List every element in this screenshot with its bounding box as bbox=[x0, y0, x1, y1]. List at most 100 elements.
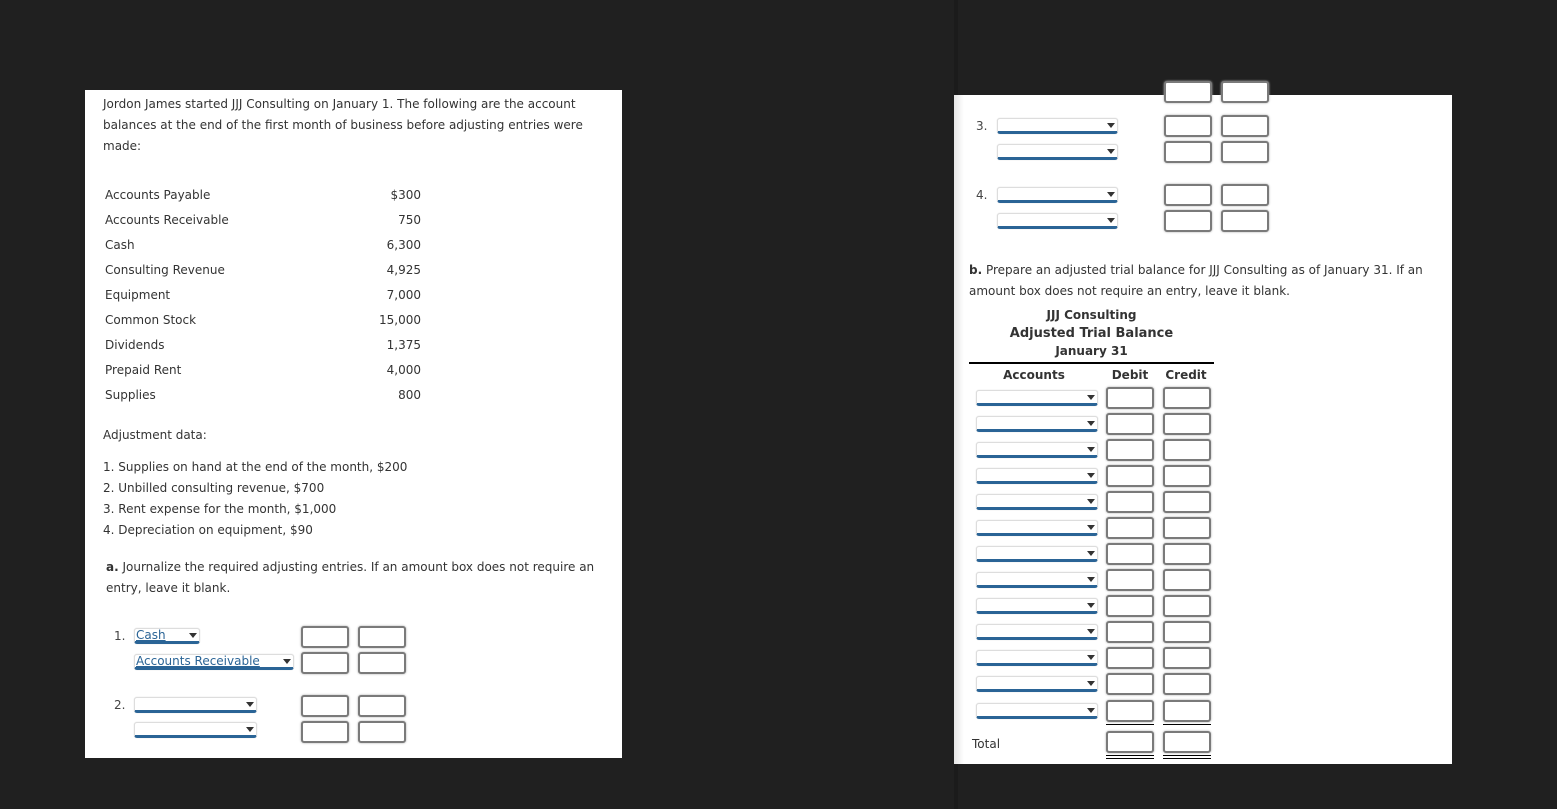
tb-account-select[interactable] bbox=[976, 520, 1098, 536]
tb-credit-input[interactable] bbox=[1163, 517, 1211, 539]
balance-row: Accounts Payable $300 bbox=[105, 188, 421, 213]
dropdown-arrow-icon bbox=[246, 727, 254, 732]
dropdown-arrow-icon bbox=[1087, 473, 1095, 478]
balance-account: Prepaid Rent bbox=[105, 363, 182, 377]
credit-input[interactable] bbox=[358, 652, 406, 674]
balance-account: Accounts Payable bbox=[105, 188, 211, 202]
balance-row: Dividends 1,375 bbox=[105, 338, 421, 363]
debit-input[interactable] bbox=[1164, 184, 1212, 206]
tb-credit-input[interactable] bbox=[1163, 700, 1211, 722]
account-select[interactable]: Accounts Receivable bbox=[134, 654, 294, 670]
dropdown-arrow-icon bbox=[1087, 708, 1095, 713]
tb-credit-input[interactable] bbox=[1163, 647, 1211, 669]
tb-account-select[interactable] bbox=[976, 546, 1098, 562]
tb-debit-input[interactable] bbox=[1106, 621, 1154, 643]
balance-amount: 4,000 bbox=[386, 363, 421, 377]
adjustment-item: 4. Depreciation on equipment, $90 bbox=[103, 523, 313, 537]
balance-amount: 750 bbox=[398, 213, 421, 227]
tb-debit-input[interactable] bbox=[1106, 491, 1154, 513]
tb-debit-input[interactable] bbox=[1106, 387, 1154, 409]
account-select[interactable] bbox=[134, 722, 257, 738]
tb-debit-input[interactable] bbox=[1106, 543, 1154, 565]
entry-number: 3. bbox=[976, 119, 988, 133]
debit-input[interactable] bbox=[301, 695, 349, 717]
balance-account: Equipment bbox=[105, 288, 171, 302]
dropdown-arrow-icon bbox=[1107, 123, 1115, 128]
tb-credit-input[interactable] bbox=[1163, 387, 1211, 409]
account-select[interactable] bbox=[997, 187, 1118, 203]
tb-account-select[interactable] bbox=[976, 494, 1098, 510]
tb-credit-input[interactable] bbox=[1163, 621, 1211, 643]
tb-total-credit-double-rule bbox=[1163, 755, 1211, 759]
tb-debit-input[interactable] bbox=[1106, 595, 1154, 617]
tb-total-label: Total bbox=[972, 737, 1001, 751]
tb-account-select[interactable] bbox=[976, 468, 1098, 484]
adjustment-item: 1. Supplies on hand at the end of the mo… bbox=[103, 460, 408, 474]
adjustment-item: 3. Rent expense for the month, $1,000 bbox=[103, 502, 337, 516]
tb-credit-input[interactable] bbox=[1163, 543, 1211, 565]
tb-total-debit[interactable] bbox=[1106, 731, 1154, 753]
balance-account: Common Stock bbox=[105, 313, 197, 327]
account-select[interactable] bbox=[997, 213, 1118, 229]
debit-input-partial[interactable] bbox=[1164, 81, 1212, 103]
tb-debit-input[interactable] bbox=[1106, 439, 1154, 461]
tb-credit-input[interactable] bbox=[1163, 569, 1211, 591]
credit-input[interactable] bbox=[1221, 210, 1269, 232]
tb-account-select[interactable] bbox=[976, 390, 1098, 406]
balance-amount: 7,000 bbox=[386, 288, 421, 302]
credit-input[interactable] bbox=[1221, 115, 1269, 137]
credit-input[interactable] bbox=[1221, 141, 1269, 163]
debit-input[interactable] bbox=[1164, 210, 1212, 232]
tb-credit-input[interactable] bbox=[1163, 491, 1211, 513]
debit-input[interactable] bbox=[1164, 141, 1212, 163]
debit-input[interactable] bbox=[301, 652, 349, 674]
tb-credit-input[interactable] bbox=[1163, 673, 1211, 695]
credit-input[interactable] bbox=[358, 695, 406, 717]
tb-debit-input[interactable] bbox=[1106, 700, 1154, 722]
tb-debit-input[interactable] bbox=[1106, 465, 1154, 487]
tb-account-select[interactable] bbox=[976, 650, 1098, 666]
dropdown-arrow-icon bbox=[1107, 192, 1115, 197]
tb-account-select[interactable] bbox=[976, 442, 1098, 458]
tb-account-select[interactable] bbox=[976, 598, 1098, 614]
dropdown-arrow-icon bbox=[1107, 149, 1115, 154]
tb-account-select[interactable] bbox=[976, 703, 1098, 719]
debit-input[interactable] bbox=[301, 626, 349, 648]
credit-input[interactable] bbox=[358, 626, 406, 648]
account-select[interactable]: Cash bbox=[134, 628, 200, 644]
tb-col-accounts: Accounts bbox=[1003, 368, 1065, 382]
tb-total-credit[interactable] bbox=[1163, 731, 1211, 753]
debit-input[interactable] bbox=[301, 721, 349, 743]
tb-account-select[interactable] bbox=[976, 624, 1098, 640]
tb-account-select[interactable] bbox=[976, 416, 1098, 432]
balance-amount: 800 bbox=[398, 388, 421, 402]
tb-debit-input[interactable] bbox=[1106, 647, 1154, 669]
account-select[interactable] bbox=[134, 697, 257, 713]
adjustment-item: 2. Unbilled consulting revenue, $700 bbox=[103, 481, 325, 495]
tb-debit-rule bbox=[1106, 724, 1154, 725]
tb-credit-input[interactable] bbox=[1163, 595, 1211, 617]
account-select[interactable] bbox=[997, 144, 1118, 160]
tb-debit-input[interactable] bbox=[1106, 569, 1154, 591]
tb-debit-input[interactable] bbox=[1106, 517, 1154, 539]
credit-input[interactable] bbox=[358, 721, 406, 743]
tb-credit-input[interactable] bbox=[1163, 465, 1211, 487]
tb-debit-input[interactable] bbox=[1106, 413, 1154, 435]
dropdown-arrow-icon bbox=[1087, 629, 1095, 634]
account-select[interactable] bbox=[997, 118, 1118, 134]
balance-amount: 15,000 bbox=[379, 313, 421, 327]
tb-credit-input[interactable] bbox=[1163, 413, 1211, 435]
problem-panel: Jordon James started JJJ Consulting on J… bbox=[85, 90, 622, 758]
dropdown-arrow-icon bbox=[283, 659, 291, 664]
tb-company: JJJ Consulting bbox=[1046, 308, 1137, 322]
credit-input[interactable] bbox=[1221, 184, 1269, 206]
debit-input[interactable] bbox=[1164, 115, 1212, 137]
tb-total-debit-double-rule bbox=[1106, 755, 1154, 759]
credit-input-partial[interactable] bbox=[1221, 81, 1269, 103]
dropdown-arrow-icon bbox=[1087, 395, 1095, 400]
tb-credit-input[interactable] bbox=[1163, 439, 1211, 461]
tb-account-select[interactable] bbox=[976, 676, 1098, 692]
tb-account-select[interactable] bbox=[976, 572, 1098, 588]
tb-debit-input[interactable] bbox=[1106, 673, 1154, 695]
dropdown-arrow-icon bbox=[1087, 655, 1095, 660]
